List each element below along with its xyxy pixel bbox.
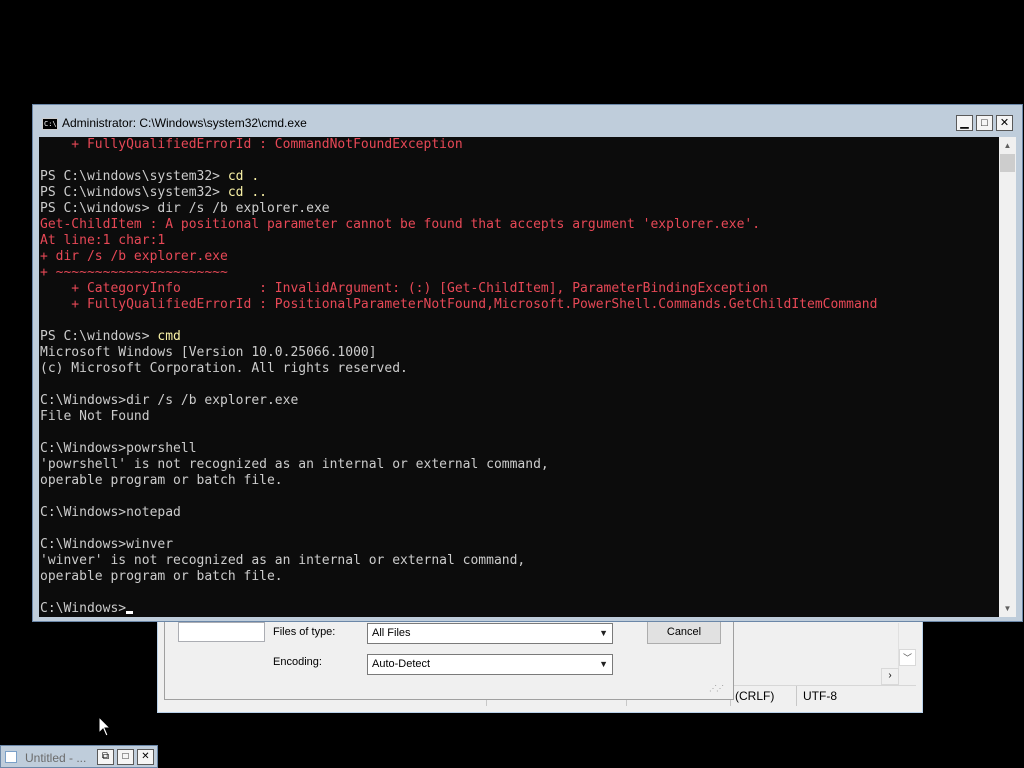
maximize-button[interactable]: □	[976, 115, 993, 131]
console-line: C:\Windows>powrshell	[40, 441, 1000, 457]
scroll-right-icon[interactable]: ›	[881, 668, 899, 685]
console-text: C:\Windows>powrshell	[40, 441, 197, 456]
maximize-button[interactable]: □	[117, 749, 134, 765]
console-line: At line:1 char:1	[40, 233, 1000, 249]
minimized-window-title: Untitled - ...	[25, 751, 87, 765]
encoding-select[interactable]: Auto-Detect ▼	[367, 654, 613, 675]
minimized-notepad-window[interactable]: Untitled - ... ⧉ □ ✕	[0, 745, 158, 768]
console-text: PS C:\windows\system32>	[40, 185, 228, 200]
scroll-down-icon[interactable]: ▼	[999, 600, 1016, 617]
console-line: PS C:\windows> dir /s /b explorer.exe	[40, 201, 1000, 217]
console-text: + FullyQualifiedErrorId : CommandNotFoun…	[40, 137, 463, 152]
status-line-ending: (CRLF)	[730, 686, 796, 706]
console-text: PS C:\windows>	[40, 329, 158, 344]
console-line: + FullyQualifiedErrorId : PositionalPara…	[40, 297, 1000, 313]
console-line: + ~~~~~~~~~~~~~~~~~~~~~~	[40, 265, 1000, 281]
console-line: + CategoryInfo : InvalidArgument: (:) [G…	[40, 281, 1000, 297]
scrollbar-thumb[interactable]	[1000, 154, 1015, 172]
scroll-down-icon[interactable]: ﹀	[899, 649, 916, 666]
console-line: PS C:\windows\system32> cd .	[40, 169, 1000, 185]
console-text: At line:1 char:1	[40, 233, 166, 248]
status-encoding: UTF-8	[796, 686, 908, 706]
restore-button[interactable]: ⧉	[97, 749, 114, 765]
console-text: + CategoryInfo : InvalidArgument: (:) [G…	[40, 281, 768, 296]
console-line: File Not Found	[40, 409, 1000, 425]
console-text: C:\Windows>	[40, 601, 127, 616]
close-button[interactable]: ✕	[137, 749, 154, 765]
console-line: operable program or batch file.	[40, 569, 1000, 585]
console-text: cmd	[157, 329, 181, 344]
console-text: 'powrshell' is not recognized as an inte…	[40, 457, 549, 472]
console-line: C:\Windows>dir /s /b explorer.exe	[40, 393, 1000, 409]
console-text: PS C:\windows>	[40, 201, 158, 216]
console-line: + FullyQualifiedErrorId : CommandNotFoun…	[40, 137, 1000, 153]
console-text: dir /s /b explorer.exe	[157, 201, 330, 216]
console-line: 'winver' is not recognized as an interna…	[40, 553, 1000, 569]
console-text: (c) Microsoft Corporation. All rights re…	[40, 361, 408, 376]
console-text: + FullyQualifiedErrorId : PositionalPara…	[40, 297, 878, 312]
encoding-label: Encoding:	[273, 656, 322, 668]
files-of-type-value: All Files	[372, 627, 411, 639]
console-text: operable program or batch file.	[40, 473, 283, 488]
chevron-down-icon: ▼	[599, 628, 608, 638]
console-text: cd .	[227, 169, 260, 184]
files-of-type-label: Files of type:	[273, 626, 336, 638]
console-line: C:\Windows>winver	[40, 537, 1000, 553]
cmd-titlebar[interactable]: C:\ Administrator: C:\Windows\system32\c…	[33, 105, 1022, 137]
minimize-button[interactable]: ▁	[956, 115, 973, 131]
console-text: 'winver' is not recognized as an interna…	[40, 553, 526, 568]
console-text: C:\Windows>winver	[40, 537, 174, 552]
console-line: C:\Windows>	[40, 601, 1000, 617]
console-area[interactable]: + FullyQualifiedErrorId : CommandNotFoun…	[39, 137, 1000, 617]
console-text: + dir /s /b explorer.exe	[40, 249, 228, 264]
console-line: Microsoft Windows [Version 10.0.25066.10…	[40, 345, 1000, 361]
console-text: cd ..	[227, 185, 267, 200]
console-scrollbar[interactable]: ▲ ▼	[999, 137, 1016, 617]
console-line: PS C:\windows\system32> cd ..	[40, 185, 1000, 201]
cancel-button[interactable]: Cancel	[647, 621, 721, 644]
text-cursor	[126, 611, 134, 614]
console-line: 'powrshell' is not recognized as an inte…	[40, 457, 1000, 473]
files-of-type-select[interactable]: All Files ▼	[367, 623, 613, 644]
mouse-pointer-icon	[98, 716, 112, 737]
window-title: Administrator: C:\Windows\system32\cmd.e…	[62, 116, 307, 130]
console-line: Get-ChildItem : A positional parameter c…	[40, 217, 1000, 233]
console-text: + ~~~~~~~~~~~~~~~~~~~~~~	[40, 265, 228, 280]
console-text: C:\Windows>notepad	[40, 505, 181, 520]
chevron-down-icon: ▼	[599, 659, 608, 669]
resize-grip-icon[interactable]: ⋰⋰	[709, 684, 724, 693]
close-button[interactable]: ✕	[996, 115, 1013, 131]
console-text: PS C:\windows\system32>	[40, 169, 228, 184]
console-text: operable program or batch file.	[40, 569, 283, 584]
file-name-input[interactable]	[178, 622, 265, 642]
console-text: File Not Found	[40, 409, 150, 424]
encoding-value: Auto-Detect	[372, 658, 431, 670]
console-line: PS C:\windows> cmd	[40, 329, 1000, 345]
console-line: operable program or batch file.	[40, 473, 1000, 489]
console-output: + FullyQualifiedErrorId : CommandNotFoun…	[39, 137, 1000, 617]
console-text: Get-ChildItem : A positional parameter c…	[40, 217, 761, 232]
scroll-up-icon[interactable]: ▲	[999, 137, 1016, 154]
notepad-icon	[5, 751, 17, 763]
cmd-window: C:\ Administrator: C:\Windows\system32\c…	[32, 104, 1023, 622]
cmd-app-icon[interactable]: C:\	[42, 118, 58, 130]
console-line: C:\Windows>notepad	[40, 505, 1000, 521]
console-text: C:\Windows>dir /s /b explorer.exe	[40, 393, 299, 408]
console-line: (c) Microsoft Corporation. All rights re…	[40, 361, 1000, 377]
console-text: Microsoft Windows [Version 10.0.25066.10…	[40, 345, 377, 360]
console-line: + dir /s /b explorer.exe	[40, 249, 1000, 265]
